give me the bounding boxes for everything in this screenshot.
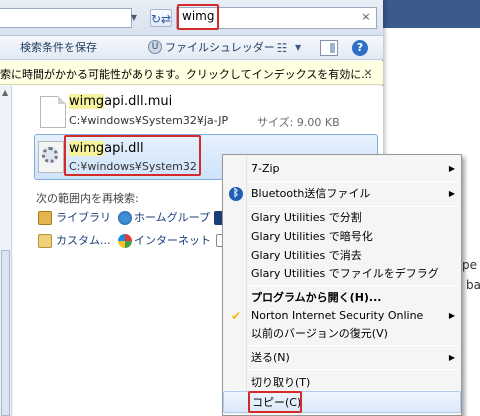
internet-icon (118, 234, 132, 248)
chevron-down-icon[interactable]: ▼ (295, 40, 305, 56)
shredder-icon: U (148, 40, 162, 54)
file-icon (40, 96, 66, 128)
menu-item-restore-previous[interactable]: 以前のバージョンの復元(V) (223, 323, 461, 345)
preview-pane-button[interactable] (320, 40, 338, 56)
clear-search-icon[interactable]: × (359, 8, 373, 26)
submenu-arrow-icon: ▶ (448, 164, 455, 173)
help-icon[interactable]: ? (352, 40, 368, 56)
view-options-icon[interactable]: ☷ (274, 40, 290, 56)
menu-separator (247, 181, 460, 182)
address-dropdown-icon[interactable]: ▼ (128, 10, 140, 26)
menu-item-send-to[interactable]: 送る(N) ▶ (223, 347, 461, 369)
save-search-button[interactable]: 検索条件を保存 (20, 40, 97, 56)
homegroup-icon (118, 211, 132, 225)
result-path: C:¥windows¥System32¥ja-JP (69, 114, 229, 127)
result-highlight-box (64, 135, 201, 176)
background-title-bar (370, 0, 480, 28)
norton-check-icon: ✔ (230, 309, 242, 323)
menu-separator (247, 345, 460, 346)
search-again-internet[interactable]: インターネット (134, 233, 211, 249)
search-highlight-box (177, 4, 219, 30)
result-size: サイズ: 9.00 KB (257, 116, 340, 129)
menu-separator (247, 285, 460, 286)
submenu-arrow-icon: ▶ (448, 353, 455, 362)
search-again-custom[interactable]: カスタム... (56, 233, 111, 249)
bluetooth-icon: ᛒ (229, 187, 243, 201)
submenu-arrow-icon: ▶ (448, 189, 455, 198)
menu-item-glary-defrag[interactable]: Glary Utilities でファイルをデフラグ (223, 263, 461, 285)
scrollbar-thumb[interactable] (1, 250, 10, 416)
result-filename[interactable]: wimgapi.dll.mui (69, 94, 172, 109)
address-bar[interactable] (0, 8, 132, 28)
custom-folder-icon (38, 234, 52, 248)
refresh-icon[interactable]: ↻⇄ (150, 9, 172, 27)
menu-separator (247, 369, 460, 370)
menu-item-bluetooth[interactable]: ᛒ Bluetooth送信ファイル ▶ (223, 183, 461, 205)
copy-highlight-box (248, 391, 302, 413)
search-again-homegroup[interactable]: ホームグループ (134, 210, 210, 226)
scroll-up-icon[interactable]: ▲ (2, 88, 8, 97)
background-text-2: ba (466, 278, 480, 292)
search-again-libraries[interactable]: ライブラリ (56, 210, 111, 226)
close-icon[interactable]: × (361, 66, 375, 80)
library-icon (38, 211, 52, 225)
file-shredder-button[interactable]: ファイルシュレッダー (165, 40, 275, 56)
menu-item-7zip[interactable]: 7-Zip ▶ (223, 158, 461, 180)
gear-icon (42, 147, 58, 163)
background-text-1: pe (462, 258, 477, 272)
info-bar-text: 索に時間がかかる可能性があります。クリックしてインデックスを有効に... (0, 68, 372, 81)
search-again-heading: 次の範囲内を再検索: (36, 192, 139, 205)
